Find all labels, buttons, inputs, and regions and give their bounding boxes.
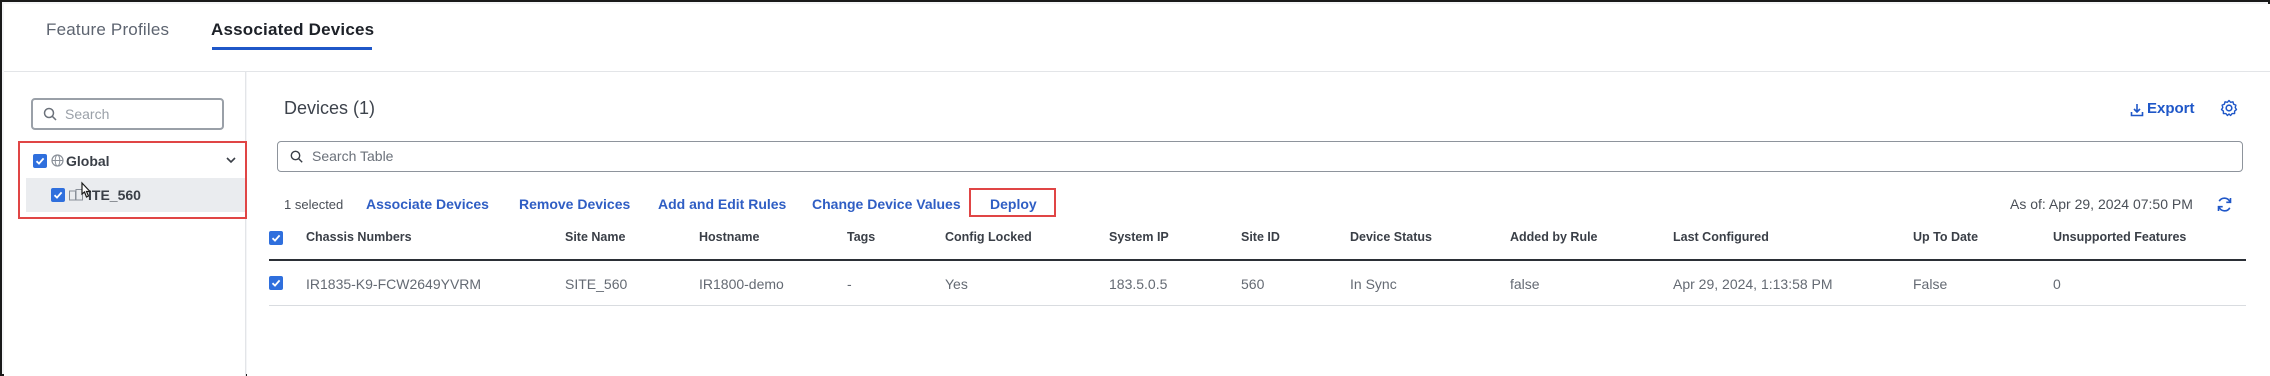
column-header-up-to-date[interactable]: Up To Date — [1913, 230, 1978, 244]
column-header-hostname[interactable]: Hostname — [699, 230, 759, 244]
app-window: Feature Profiles Associated Devices Glob… — [0, 0, 2270, 376]
mouse-pointer-icon — [81, 181, 92, 198]
tree-label-global: Global — [66, 153, 110, 169]
cell-site-id: 560 — [1241, 276, 1265, 292]
check-icon — [53, 191, 63, 199]
site-tree-panel: Global ITE_560 — [4, 72, 247, 376]
table-header-divider — [269, 259, 2246, 261]
column-header-added-by-rule[interactable]: Added by Rule — [1510, 230, 1598, 244]
cell-hostname: IR1800-demo — [699, 276, 784, 292]
selected-count: 1 selected — [284, 197, 344, 212]
tab-feature-profiles[interactable]: Feature Profiles — [46, 20, 169, 40]
change-device-values-button[interactable]: Change Device Values — [812, 196, 961, 212]
column-header-chassis-numbers[interactable]: Chassis Numbers — [306, 230, 412, 244]
cell-last-configured: Apr 29, 2024, 1:13:58 PM — [1673, 276, 1833, 292]
column-header-device-status[interactable]: Device Status — [1350, 230, 1432, 244]
cell-system-ip: 183.5.0.5 — [1109, 276, 1168, 292]
row-divider — [269, 305, 2246, 306]
tree-item-global[interactable]: Global — [20, 146, 245, 176]
column-header-site-id[interactable]: Site ID — [1241, 230, 1280, 244]
global-checkbox[interactable] — [33, 154, 47, 168]
tree-item-site-560[interactable]: ITE_560 — [26, 178, 245, 212]
associate-devices-button[interactable]: Associate Devices — [366, 196, 489, 212]
cell-up-to-date: False — [1913, 276, 1948, 292]
cell-unsupported-features: 0 — [2053, 276, 2061, 292]
column-header-config-locked[interactable]: Config Locked — [945, 230, 1032, 244]
devices-panel: Devices (1) Export 1 selected Associate … — [247, 72, 2270, 376]
check-icon — [271, 234, 281, 242]
devices-title: Devices (1) — [284, 98, 376, 118]
active-tab-indicator — [212, 47, 372, 50]
refresh-icon[interactable] — [2216, 196, 2233, 213]
add-edit-rules-button[interactable]: Add and Edit Rules — [658, 196, 786, 212]
tree-label-site: ITE_560 — [88, 187, 141, 203]
table-search-input[interactable] — [312, 146, 912, 166]
chevron-down-icon[interactable] — [225, 154, 237, 166]
cell-tags: - — [847, 276, 852, 292]
sidebar-search-input[interactable] — [65, 104, 215, 124]
cell-chassis-number: IR1835-K9-FCW2649YVRM — [306, 276, 482, 292]
export-icon[interactable] — [2130, 103, 2144, 117]
cell-device-status: In Sync — [1350, 276, 1397, 292]
column-header-unsupported-features[interactable]: Unsupported Features — [2053, 230, 2186, 244]
tab-bar: Feature Profiles Associated Devices — [4, 4, 2270, 72]
globe-icon — [51, 154, 64, 167]
gear-icon[interactable] — [2220, 99, 2238, 117]
check-icon — [271, 279, 281, 287]
column-header-last-configured[interactable]: Last Configured — [1673, 230, 1769, 244]
select-all-checkbox[interactable] — [269, 231, 283, 245]
column-header-system-ip[interactable]: System IP — [1109, 230, 1169, 244]
search-icon — [290, 150, 303, 163]
search-icon — [43, 107, 57, 121]
export-button[interactable]: Export — [2147, 100, 2195, 117]
tab-associated-devices[interactable]: Associated Devices — [211, 20, 374, 40]
as-of-timestamp: As of: Apr 29, 2024 07:50 PM — [2010, 196, 2193, 212]
check-icon — [35, 157, 45, 165]
cell-site-name: SITE_560 — [565, 276, 628, 292]
column-header-site-name[interactable]: Site Name — [565, 230, 625, 244]
table-search-box[interactable] — [277, 141, 2243, 172]
site-checkbox[interactable] — [51, 188, 65, 202]
remove-devices-button[interactable]: Remove Devices — [519, 196, 630, 212]
column-header-tags[interactable]: Tags — [847, 230, 875, 244]
cell-config-locked: Yes — [945, 276, 968, 292]
cell-added-by-rule: false — [1510, 276, 1540, 292]
sidebar-search-box[interactable] — [31, 98, 224, 130]
row-checkbox[interactable] — [269, 276, 283, 290]
deploy-button[interactable]: Deploy — [990, 196, 1037, 212]
